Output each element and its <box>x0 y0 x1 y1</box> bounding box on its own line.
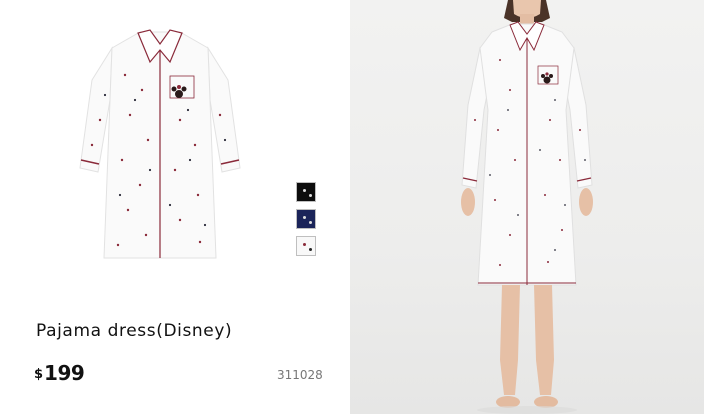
product-flat-image[interactable] <box>70 20 250 265</box>
product-price: $ 199 <box>34 361 85 385</box>
product-name[interactable]: Pajama dress(Disney) <box>36 321 232 341</box>
color-swatches <box>296 182 318 263</box>
product-code: 311028 <box>277 368 323 382</box>
product-info-panel: Pajama dress(Disney) $ 199 311028 <box>0 0 340 414</box>
swatch-white[interactable] <box>296 236 316 256</box>
swatch-dot <box>309 194 312 197</box>
swatch-black[interactable] <box>296 182 316 202</box>
swatch-dot <box>303 189 306 192</box>
price-currency: $ <box>34 367 44 382</box>
swatch-navy[interactable] <box>296 209 316 229</box>
product-card: Pajama dress(Disney) $ 199 311028 <box>0 0 704 414</box>
swatch-dot <box>303 216 306 219</box>
swatch-dot <box>309 221 312 224</box>
price-amount: 199 <box>44 361 85 385</box>
swatch-dot <box>309 248 312 251</box>
model-photo[interactable] <box>350 0 704 414</box>
swatch-dot <box>303 243 306 246</box>
